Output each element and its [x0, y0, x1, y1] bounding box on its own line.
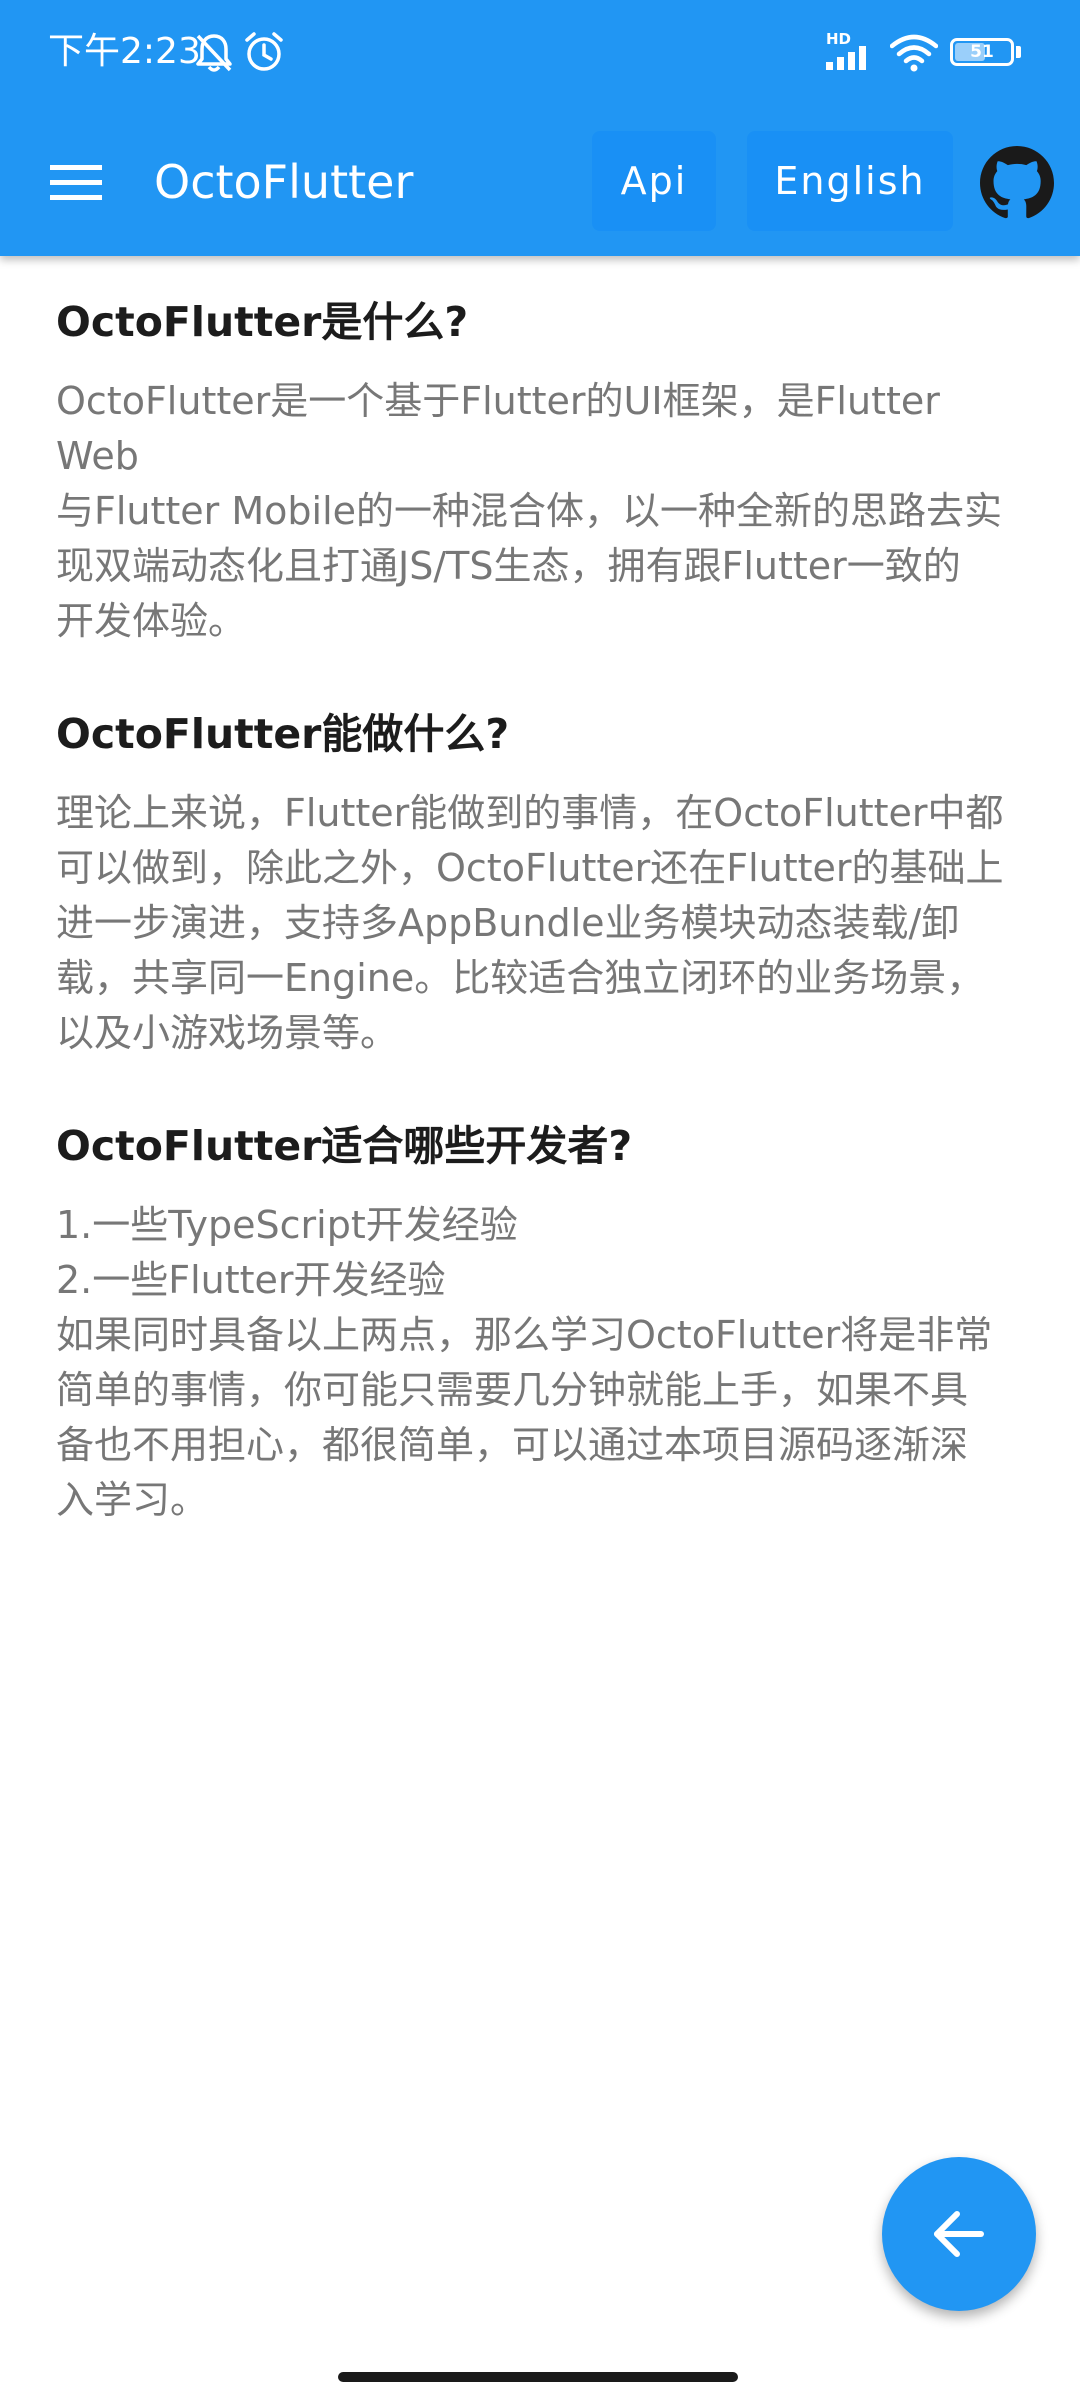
section-heading: OctoFlutter能做什么?	[56, 710, 510, 758]
section-what-is: OctoFlutter是什么? OctoFlutter是一个基于Flutter的…	[56, 294, 1024, 649]
bell-off-icon	[196, 34, 232, 72]
section-what-can-do: OctoFlutter能做什么? 理论上来说，Flutter能做到的事情，在Oc…	[56, 706, 1024, 1061]
app-title: OctoFlutter	[154, 155, 414, 209]
text-line: 2.一些Flutter开发经验	[56, 1258, 446, 1302]
wifi-icon	[890, 34, 938, 72]
status-time: 下午2:23	[48, 31, 201, 72]
text-line: 如果同时具备以上两点，那么学习OctoFlutter将是非常	[56, 1313, 993, 1357]
status-bar: 下午2:23 HD 51	[0, 0, 1080, 110]
battery-icon: 51	[950, 38, 1014, 66]
battery-level: 51	[970, 42, 994, 62]
section-heading: OctoFlutter是什么?	[56, 298, 469, 346]
text-line: 现双端动态化且打通JS/TS生态，拥有跟Flutter一致的	[56, 544, 961, 588]
text-line: 与Flutter Mobile的一种混合体，以一种全新的思路去实	[56, 489, 1003, 533]
top-bar: 下午2:23 HD 51 OctoFlutter Api English	[0, 0, 1080, 256]
main-content: OctoFlutter是什么? OctoFlutter是一个基于Flutter的…	[56, 256, 1024, 1528]
app-bar: OctoFlutter Api English	[0, 110, 1080, 256]
section-text: OctoFlutter是一个基于Flutter的UI框架，是Flutter We…	[56, 374, 1024, 649]
alarm-icon	[245, 32, 283, 71]
text-line: 理论上来说，Flutter能做到的事情，在OctoFlutter中都	[56, 791, 1004, 835]
text-line: 可以做到，除此之外，OctoFlutter还在Flutter的基础上	[56, 846, 1004, 890]
back-fab[interactable]	[882, 2157, 1036, 2311]
text-line: 以及小游戏场景等。	[56, 1011, 399, 1055]
text-line: 载，共享同一Engine。比较适合独立闭环的业务场景，	[56, 956, 985, 1000]
section-text: 1.一些TypeScript开发经验 2.一些Flutter开发经验 如果同时具…	[56, 1198, 1024, 1528]
text-line: 开发体验。	[56, 599, 247, 643]
battery-tip	[1016, 46, 1021, 58]
section-who-suits: OctoFlutter适合哪些开发者? 1.一些TypeScript开发经验 2…	[56, 1118, 1024, 1528]
text-line: 进一步演进，支持多AppBundle业务模块动态装载/卸	[56, 901, 960, 945]
section-text: 理论上来说，Flutter能做到的事情，在OctoFlutter中都 可以做到，…	[56, 786, 1024, 1061]
text-line: OctoFlutter是一个基于Flutter的UI框架，是Flutter We…	[56, 379, 940, 478]
home-indicator[interactable]	[338, 2372, 738, 2382]
language-button[interactable]: English	[747, 131, 953, 231]
section-heading: OctoFlutter适合哪些开发者?	[56, 1122, 633, 1170]
menu-icon	[50, 165, 102, 200]
text-line: 入学习。	[56, 1478, 209, 1522]
github-icon[interactable]	[980, 146, 1054, 220]
text-line: 1.一些TypeScript开发经验	[56, 1203, 518, 1247]
api-button[interactable]: Api	[592, 131, 716, 231]
text-line: 简单的事情，你可能只需要几分钟就能上手，如果不具	[56, 1368, 969, 1412]
signal-icon	[826, 46, 866, 70]
arrow-left-icon	[934, 2211, 984, 2257]
text-line: 备也不用担心，都很简单，可以通过本项目源码逐渐深	[56, 1423, 969, 1467]
menu-button[interactable]	[36, 147, 116, 219]
